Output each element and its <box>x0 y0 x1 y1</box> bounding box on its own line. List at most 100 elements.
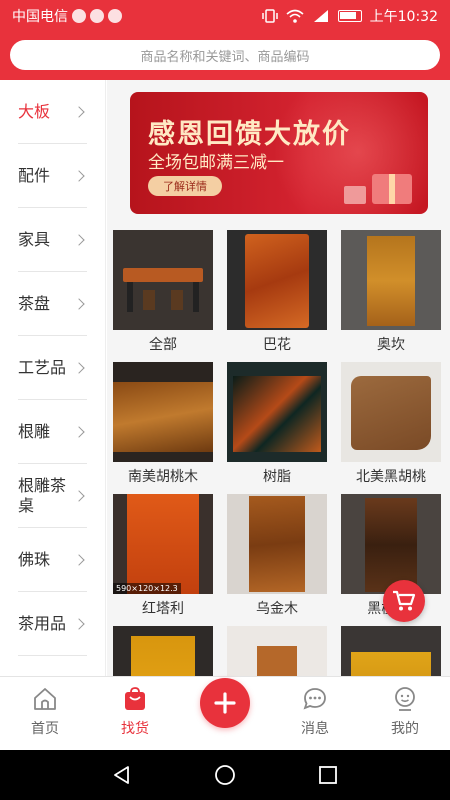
category-label: 巴花 <box>263 337 291 353</box>
category-cell-shuzhi[interactable]: 树脂 <box>227 362 327 486</box>
category-cell-bahua[interactable]: 巴花 <box>227 230 327 354</box>
category-cell-all[interactable]: 全部 <box>113 230 213 354</box>
banner-title: 感恩回馈大放价 <box>148 119 351 150</box>
bag-icon <box>125 687 145 710</box>
gift-box-icon <box>372 174 412 204</box>
category-thumbnail <box>341 362 441 462</box>
category-thumbnail <box>227 362 327 462</box>
sidebar-item-fozhu[interactable]: 佛珠 <box>18 528 87 592</box>
banner-detail-button[interactable]: 了解详情 <box>148 176 222 196</box>
category-label: 乌金木 <box>256 601 298 617</box>
category-label: 北美黑胡桃 <box>356 469 426 485</box>
sidebar-item-chapan[interactable]: 茶盘 <box>18 272 87 336</box>
bottom-nav: 首页 找货 消息 我的 <box>0 676 450 750</box>
category-thumbnail <box>113 362 213 462</box>
publish-button[interactable] <box>200 678 250 728</box>
cart-icon <box>393 590 416 611</box>
nav-label: 首页 <box>31 721 59 737</box>
category-thumbnail <box>341 626 441 676</box>
chevron-right-icon <box>73 553 85 566</box>
nav-label: 消息 <box>301 721 329 737</box>
category-cell-aokan[interactable]: 奥坎 <box>341 230 441 354</box>
category-thumbnail <box>113 230 213 330</box>
chevron-right-icon <box>73 489 85 502</box>
chevron-right-icon <box>73 297 85 310</box>
sidebar-item-label: 大板 <box>18 101 51 121</box>
tiktok-icon <box>90 9 104 23</box>
category-thumbnail: 590×120×12.3 <box>113 494 213 594</box>
size-tag: 590×120×12.3 <box>113 583 181 594</box>
nav-item-home[interactable]: 首页 <box>0 677 90 750</box>
wifi-icon <box>286 9 304 23</box>
sidebar-item-gendiao[interactable]: 根雕 <box>18 400 87 464</box>
search-input[interactable]: 商品名称和关键词、商品编码 <box>10 40 440 70</box>
carrier-text: 中国电信 <box>12 9 68 25</box>
category-cell[interactable] <box>227 626 327 676</box>
system-nav-bar <box>0 750 450 800</box>
category-thumbnail <box>341 230 441 330</box>
category-cell-hongtali[interactable]: 590×120×12.3 红塔利 <box>113 494 213 618</box>
chevron-right-icon <box>73 361 85 374</box>
category-label: 全部 <box>149 337 177 353</box>
home-icon <box>34 688 56 710</box>
category-cell-beimei-heihutao[interactable]: 北美黑胡桃 <box>341 362 441 486</box>
category-thumbnail <box>113 626 213 676</box>
recents-icon[interactable] <box>317 764 339 786</box>
category-label: 南美胡桃木 <box>128 469 198 485</box>
nav-label: 我的 <box>391 721 419 737</box>
sidebar-item-gendiao-chazhuo[interactable]: 根雕茶桌 <box>18 464 87 528</box>
home-circle-icon[interactable] <box>214 764 236 786</box>
nav-item-publish[interactable] <box>180 677 270 750</box>
nav-item-messages[interactable]: 消息 <box>270 677 360 750</box>
clock-text: 上午10:32 <box>369 9 438 25</box>
battery-icon <box>337 10 362 22</box>
category-thumbnail <box>227 494 327 594</box>
sidebar-item-label: 茶盘 <box>18 293 51 313</box>
nav-item-find[interactable]: 找货 <box>90 677 180 750</box>
signal-icon <box>313 10 328 22</box>
nav-item-profile[interactable]: 我的 <box>360 677 450 750</box>
category-label: 树脂 <box>263 469 291 485</box>
sidebar-item-label: 根雕 <box>18 421 51 441</box>
message-icon <box>303 688 326 710</box>
category-thumbnail <box>341 494 441 594</box>
sidebar-item-label: 佛珠 <box>18 549 51 569</box>
sidebar-item-label: 家具 <box>18 229 51 249</box>
nav-label: 找货 <box>121 721 149 737</box>
search-header: 商品名称和关键词、商品编码 <box>0 32 450 80</box>
promo-banner[interactable]: 感恩回馈大放价 全场包邮满三减一 了解详情 <box>130 92 428 214</box>
sidebar-item-peijian[interactable]: 配件 <box>18 144 87 208</box>
sidebar-item-chayongpin[interactable]: 茶用品 <box>18 592 87 656</box>
sidebar-item-label: 根雕茶桌 <box>18 475 67 515</box>
sidebar-item-gongyipin[interactable]: 工艺品 <box>18 336 87 400</box>
plus-icon <box>214 692 236 714</box>
category-cell[interactable] <box>113 626 213 676</box>
chevron-right-icon <box>73 169 85 182</box>
sidebar-item-label: 配件 <box>18 165 51 185</box>
category-thumbnail <box>227 230 327 330</box>
category-cell[interactable] <box>341 626 441 676</box>
banner-subtitle: 全场包邮满三减一 <box>148 153 284 173</box>
chevron-right-icon <box>73 425 85 438</box>
sidebar-item-label: 工艺品 <box>18 357 67 377</box>
wechat-icon <box>72 9 86 23</box>
sidebar-item-daban[interactable]: 大板 <box>18 80 87 144</box>
category-label: 红塔利 <box>142 601 184 617</box>
app-notification-icon <box>108 9 122 23</box>
category-cell-nanmei-hutaomu[interactable]: 南美胡桃木 <box>113 362 213 486</box>
vibrate-icon <box>261 9 278 23</box>
back-icon[interactable] <box>111 764 133 786</box>
category-thumbnail <box>227 626 327 676</box>
status-bar: 中国电信 上午10:32 <box>0 0 450 32</box>
profile-icon <box>395 687 415 711</box>
category-sidebar: 大板 配件 家具 茶盘 工艺品 根雕 根雕茶桌 佛珠 茶用品 <box>0 80 106 676</box>
sidebar-item-label: 茶用品 <box>18 613 67 633</box>
gift-box-icon <box>344 186 366 204</box>
floating-cart-button[interactable] <box>383 580 425 622</box>
category-cell-wujinmu[interactable]: 乌金木 <box>227 494 327 618</box>
chevron-right-icon <box>73 105 85 118</box>
chevron-right-icon <box>73 617 85 630</box>
category-label: 奥坎 <box>377 337 405 353</box>
chevron-right-icon <box>73 233 85 246</box>
sidebar-item-jiaju[interactable]: 家具 <box>18 208 87 272</box>
